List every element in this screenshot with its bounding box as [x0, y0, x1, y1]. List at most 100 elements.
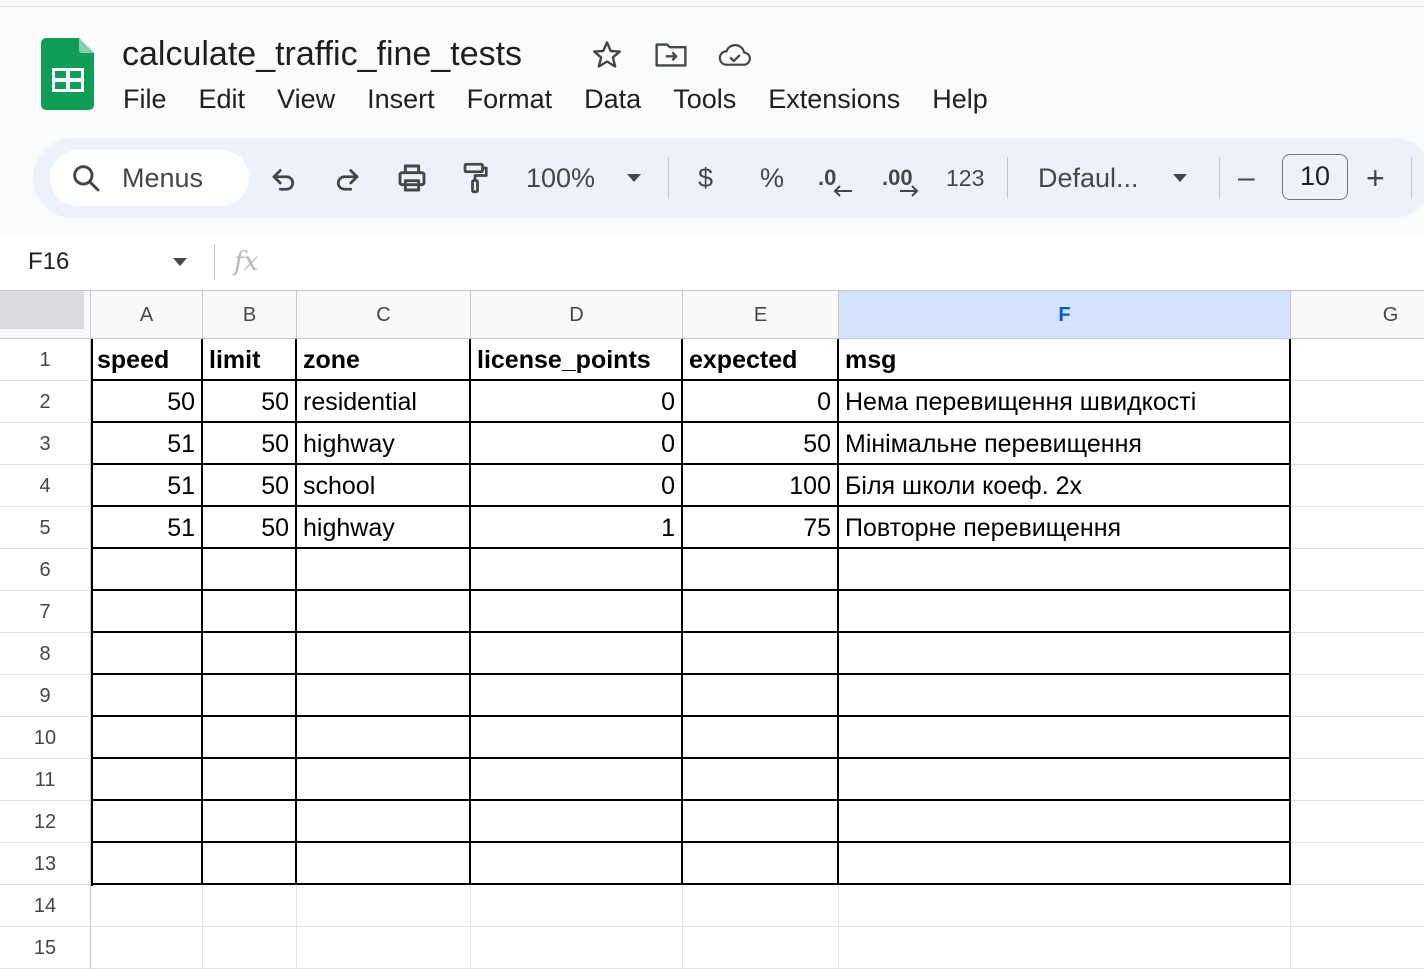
cell-d8[interactable]	[471, 633, 683, 675]
star-icon[interactable]	[590, 38, 624, 72]
cell-b4[interactable]: 50	[203, 465, 297, 507]
cell-d5[interactable]: 1	[471, 507, 683, 549]
cell-d3[interactable]: 0	[471, 423, 683, 465]
menu-format[interactable]: Format	[451, 80, 569, 118]
cell-c4[interactable]: school	[297, 465, 471, 507]
cell-c14[interactable]	[297, 885, 471, 927]
cell-g9[interactable]	[1291, 675, 1424, 717]
percent-format-button[interactable]: %	[760, 160, 784, 196]
cell-g5[interactable]	[1291, 507, 1424, 549]
cell-b1[interactable]: limit	[203, 339, 297, 381]
cell-c7[interactable]	[297, 591, 471, 633]
row-header-9[interactable]: 9	[0, 675, 91, 717]
column-header-a[interactable]: A	[91, 291, 203, 339]
document-title[interactable]: calculate_traffic_fine_tests	[122, 33, 522, 75]
cell-b3[interactable]: 50	[203, 423, 297, 465]
cell-b11[interactable]	[203, 759, 297, 801]
cell-a10[interactable]	[91, 717, 203, 759]
cell-b8[interactable]	[203, 633, 297, 675]
cell-b13[interactable]	[203, 843, 297, 885]
cell-g14[interactable]	[1291, 885, 1424, 927]
name-box-chevron-icon[interactable]	[160, 242, 200, 282]
font-size-input[interactable]: 10	[1282, 154, 1348, 200]
menu-view[interactable]: View	[261, 80, 351, 118]
cell-f14[interactable]	[839, 885, 1291, 927]
cell-g12[interactable]	[1291, 801, 1424, 843]
cell-c10[interactable]	[297, 717, 471, 759]
row-header-15[interactable]: 15	[0, 927, 91, 969]
row-header-6[interactable]: 6	[0, 549, 91, 591]
menu-help[interactable]: Help	[916, 80, 1004, 118]
zoom-dropdown-chevron-icon[interactable]	[614, 158, 654, 198]
row-header-7[interactable]: 7	[0, 591, 91, 633]
row-header-10[interactable]: 10	[0, 717, 91, 759]
font-family-select[interactable]: Defaul...	[1038, 160, 1139, 196]
row-header-8[interactable]: 8	[0, 633, 91, 675]
cell-e13[interactable]	[683, 843, 839, 885]
currency-format-button[interactable]: $	[698, 160, 713, 196]
column-header-f[interactable]: F	[839, 291, 1291, 339]
cell-f2[interactable]: Нема перевищення швидкості	[839, 381, 1291, 423]
cell-g7[interactable]	[1291, 591, 1424, 633]
cell-a2[interactable]: 50	[91, 381, 203, 423]
row-header-12[interactable]: 12	[0, 801, 91, 843]
row-header-1[interactable]: 1	[0, 339, 91, 381]
cell-b9[interactable]	[203, 675, 297, 717]
menu-extensions[interactable]: Extensions	[752, 80, 916, 118]
cell-f11[interactable]	[839, 759, 1291, 801]
cell-e10[interactable]	[683, 717, 839, 759]
menu-tools[interactable]: Tools	[657, 80, 752, 118]
cell-e4[interactable]: 100	[683, 465, 839, 507]
cell-c1[interactable]: zone	[297, 339, 471, 381]
cell-g1[interactable]	[1291, 339, 1424, 381]
column-header-e[interactable]: E	[683, 291, 839, 339]
cell-e9[interactable]	[683, 675, 839, 717]
menu-data[interactable]: Data	[568, 80, 657, 118]
cell-f3[interactable]: Мінімальне перевищення	[839, 423, 1291, 465]
cell-c13[interactable]	[297, 843, 471, 885]
cell-e15[interactable]	[683, 927, 839, 969]
cell-a1[interactable]: speed	[91, 339, 203, 381]
cell-g6[interactable]	[1291, 549, 1424, 591]
cell-f12[interactable]	[839, 801, 1291, 843]
cell-d12[interactable]	[471, 801, 683, 843]
cell-d15[interactable]	[471, 927, 683, 969]
cell-f8[interactable]	[839, 633, 1291, 675]
cell-e11[interactable]	[683, 759, 839, 801]
cell-f15[interactable]	[839, 927, 1291, 969]
cell-c15[interactable]	[297, 927, 471, 969]
cell-f6[interactable]	[839, 549, 1291, 591]
cell-e3[interactable]: 50	[683, 423, 839, 465]
cell-d7[interactable]	[471, 591, 683, 633]
row-header-13[interactable]: 13	[0, 843, 91, 885]
cell-c3[interactable]: highway	[297, 423, 471, 465]
cell-d6[interactable]	[471, 549, 683, 591]
row-header-11[interactable]: 11	[0, 759, 91, 801]
cell-a14[interactable]	[91, 885, 203, 927]
cell-d13[interactable]	[471, 843, 683, 885]
redo-icon[interactable]	[327, 158, 367, 198]
cell-g11[interactable]	[1291, 759, 1424, 801]
font-dropdown-chevron-icon[interactable]	[1160, 158, 1200, 198]
decrease-font-size-button[interactable]: –	[1238, 160, 1255, 196]
paint-format-icon[interactable]	[455, 158, 495, 198]
cell-e12[interactable]	[683, 801, 839, 843]
cell-b12[interactable]	[203, 801, 297, 843]
cell-a15[interactable]	[91, 927, 203, 969]
cell-d14[interactable]	[471, 885, 683, 927]
name-box[interactable]: F16	[28, 246, 69, 278]
cell-c12[interactable]	[297, 801, 471, 843]
cell-c8[interactable]	[297, 633, 471, 675]
cell-f4[interactable]: Біля школи коеф. 2x	[839, 465, 1291, 507]
cell-g2[interactable]	[1291, 381, 1424, 423]
cell-b7[interactable]	[203, 591, 297, 633]
row-header-4[interactable]: 4	[0, 465, 91, 507]
cell-a12[interactable]	[91, 801, 203, 843]
column-header-c[interactable]: C	[297, 291, 471, 339]
row-header-5[interactable]: 5	[0, 507, 91, 549]
column-header-b[interactable]: B	[203, 291, 297, 339]
cell-g4[interactable]	[1291, 465, 1424, 507]
menu-insert[interactable]: Insert	[351, 80, 451, 118]
cell-a7[interactable]	[91, 591, 203, 633]
row-header-2[interactable]: 2	[0, 381, 91, 423]
